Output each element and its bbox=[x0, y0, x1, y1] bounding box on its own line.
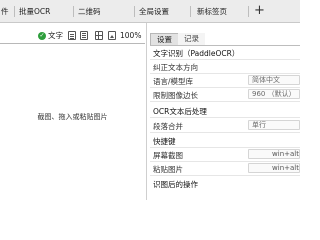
divider bbox=[150, 87, 300, 88]
screenshot-hotkey-label: 屏幕截图 bbox=[153, 151, 183, 160]
image-icon[interactable] bbox=[108, 31, 116, 40]
tab-qrcode[interactable]: 二维码 bbox=[78, 0, 101, 23]
paste-hotkey-label: 粘贴图片 bbox=[153, 165, 183, 174]
zoom-level[interactable]: 100% bbox=[120, 30, 141, 42]
post-process-section-heading: OCR文本后处理 bbox=[153, 107, 207, 116]
language-label: 语言/模型库 bbox=[153, 77, 194, 86]
text-toggle-label[interactable]: 文字 bbox=[48, 30, 63, 42]
divider bbox=[150, 161, 300, 162]
grid-icon[interactable] bbox=[95, 31, 103, 40]
tab-global-settings[interactable]: 全局设置 bbox=[139, 0, 169, 23]
tab-divider bbox=[14, 6, 15, 17]
tab-bar: 件 批量OCR 二维码 全局设置 新标签页 + bbox=[0, 0, 300, 23]
divider bbox=[150, 117, 300, 118]
tab-divider bbox=[134, 6, 135, 17]
add-tab-button[interactable]: + bbox=[254, 0, 265, 23]
image-toolbar: ✓ 文字 100% bbox=[0, 28, 145, 44]
settings-tabs: 设置 记录 bbox=[150, 33, 300, 45]
drop-hint: 截图、拖入或粘贴图片 bbox=[37, 113, 108, 121]
tab-batch-ocr[interactable]: 批量OCR bbox=[19, 0, 50, 23]
divider bbox=[150, 101, 300, 102]
paragraph-merge-label: 段落合并 bbox=[153, 122, 183, 131]
divider bbox=[150, 147, 300, 148]
text-layout-icon[interactable] bbox=[68, 31, 76, 40]
divider bbox=[150, 73, 300, 74]
hotkey-section-heading: 快捷键 bbox=[153, 137, 176, 146]
correct-direction-option[interactable]: 纠正文本方向 bbox=[153, 62, 198, 73]
pane-splitter[interactable] bbox=[146, 23, 147, 200]
after-ocr-section-heading: 识图后的操作 bbox=[153, 180, 198, 189]
divider bbox=[150, 132, 300, 133]
divider bbox=[150, 175, 300, 176]
tab-settings[interactable]: 设置 bbox=[150, 33, 179, 45]
document-icon[interactable] bbox=[80, 31, 88, 40]
limit-size-select[interactable]: 960 （默认） bbox=[248, 89, 300, 99]
tab-screenshot[interactable]: 件 bbox=[1, 0, 9, 23]
ocr-section-heading: 文字识别（PaddleOCR） bbox=[153, 49, 240, 58]
tab-records[interactable]: 记录 bbox=[178, 33, 205, 45]
tab-divider bbox=[190, 6, 191, 17]
tab-divider bbox=[73, 6, 74, 17]
tab-divider bbox=[248, 6, 249, 17]
screenshot-hotkey-field[interactable]: win+alt bbox=[248, 149, 300, 159]
paste-hotkey-field[interactable]: win+alt bbox=[248, 163, 300, 173]
language-select[interactable]: 简体中文 bbox=[248, 75, 300, 85]
paragraph-merge-select[interactable]: 单行 bbox=[248, 120, 300, 130]
divider bbox=[150, 59, 300, 60]
checkmark-icon[interactable]: ✓ bbox=[38, 32, 46, 40]
limit-size-label: 限制图像边长 bbox=[153, 91, 198, 100]
tab-new[interactable]: 新标签页 bbox=[197, 0, 227, 23]
